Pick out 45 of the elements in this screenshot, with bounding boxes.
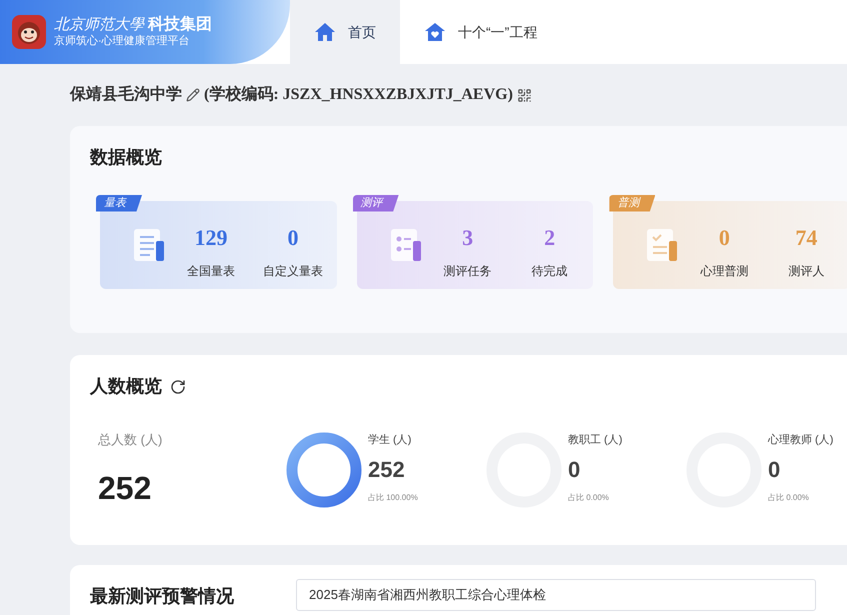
stat-label: 待完成: [532, 262, 568, 280]
assessment-select[interactable]: 2025春湖南省湘西州教职工综合心理体检: [296, 579, 816, 611]
document-icon: [132, 227, 166, 263]
total-label: 总人数 (人): [98, 431, 164, 449]
monkey-logo-icon: [12, 15, 46, 49]
stat-label: 心理普测: [700, 262, 748, 280]
stat-label: 测评人: [788, 262, 824, 280]
stat-value: 2: [544, 224, 556, 252]
category-label: 学生 (人): [368, 433, 412, 448]
category-value: 252: [368, 456, 406, 484]
section-title: 数据概览: [90, 146, 163, 169]
house-heart-icon: [424, 22, 446, 42]
total-value: 252: [98, 468, 152, 508]
category-tag: 测评: [352, 195, 399, 212]
clipboard-icon: [645, 227, 680, 263]
stat-label: 自定义量表: [263, 262, 323, 280]
category-label: 教职工 (人): [568, 433, 622, 448]
stat-value: 0: [288, 224, 298, 252]
home-icon: [314, 22, 336, 42]
section-title: 人数概览: [90, 375, 162, 398]
category-value: 0: [768, 456, 782, 484]
refresh-icon[interactable]: [170, 378, 186, 394]
category-label: 心理教师 (人): [768, 432, 834, 448]
checklist-icon: [388, 227, 423, 263]
group-name: 科技集团: [148, 15, 212, 35]
stat-label: 全国量表: [187, 262, 235, 280]
stat-value: 3: [462, 224, 474, 252]
school-name: 保靖县毛沟中学: [70, 84, 182, 105]
stat-value: 74: [795, 224, 818, 252]
edit-icon[interactable]: [186, 88, 200, 102]
share-text: 占比 0.00%: [768, 492, 810, 504]
stat-label: 测评任务: [444, 262, 492, 280]
university-name: 北京师范大學: [54, 15, 144, 34]
category-tag: 普测: [609, 195, 656, 212]
school-code: (学校编码: JSZX_HNSXXZBJXJTJ_AEVG): [204, 84, 513, 105]
share-text: 占比 100.00%: [368, 492, 418, 504]
category-value: 0: [568, 456, 582, 484]
qr-code-icon[interactable]: [516, 88, 532, 102]
stat-value: 0: [718, 224, 730, 252]
category-tag: 量表: [96, 195, 142, 212]
share-text: 占比 0.00%: [568, 492, 610, 504]
stat-value: 129: [194, 224, 228, 252]
platform-subtitle: 京师筑心·心理健康管理平台: [54, 35, 191, 49]
nav-tab[interactable]: 首页: [290, 0, 400, 64]
section-title: 最新测评预警情况: [90, 585, 234, 608]
